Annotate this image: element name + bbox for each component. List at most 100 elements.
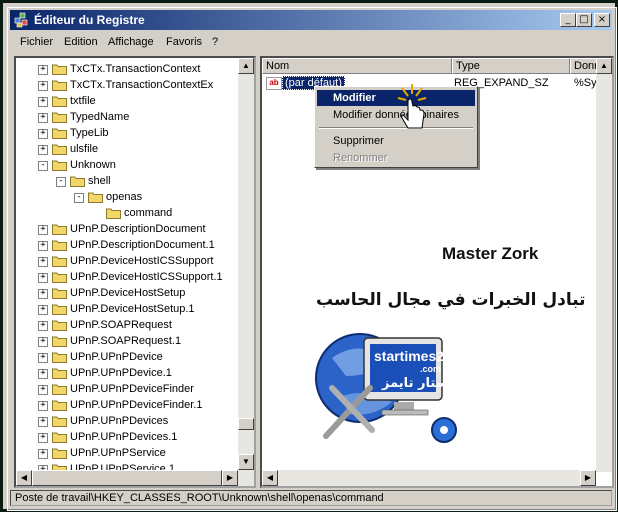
scroll-down-button[interactable]: ▼	[238, 454, 254, 470]
tree-item[interactable]: + TxCTx.TransactionContextEx	[16, 78, 236, 94]
close-button[interactable]: ×	[594, 13, 610, 27]
arrow-up-icon: ▲	[242, 61, 250, 70]
menu-favoris[interactable]: Favoris	[166, 36, 202, 48]
tree-item[interactable]: command	[16, 206, 236, 222]
collapse-icon[interactable]: -	[74, 193, 84, 203]
scroll-up-button[interactable]: ▲	[238, 58, 254, 74]
tree-vertical-scrollbar[interactable]: ▲ ▼	[238, 58, 254, 486]
expand-icon[interactable]: +	[38, 241, 48, 251]
tree-item-label: UPnP.UPnPDevices	[70, 415, 169, 427]
tree-item[interactable]: + UPnP.DescriptionDocument.1	[16, 238, 236, 254]
expand-icon[interactable]: +	[38, 97, 48, 107]
tree-item[interactable]: + UPnP.UPnPDevice.1	[16, 366, 236, 382]
expand-icon[interactable]: +	[38, 65, 48, 75]
expand-icon[interactable]: +	[38, 417, 48, 427]
collapse-icon[interactable]: -	[38, 161, 48, 171]
tree-item[interactable]: - openas	[16, 190, 236, 206]
watermark-site: startimes2	[374, 348, 445, 364]
registry-app-icon	[14, 12, 28, 28]
maximize-button[interactable]: □	[576, 13, 592, 27]
menu-edition[interactable]: Edition	[64, 36, 98, 48]
menu-help[interactable]: ?	[212, 36, 218, 48]
expand-icon[interactable]: +	[38, 113, 48, 123]
menu-supprimer[interactable]: Supprimer	[317, 133, 475, 149]
hscroll-thumb[interactable]	[32, 470, 222, 486]
expand-icon[interactable]: +	[38, 145, 48, 155]
column-header-name[interactable]: Nom	[262, 58, 452, 74]
tree-item[interactable]: - shell	[16, 174, 236, 190]
list-scroll-up-button[interactable]: ▲	[596, 58, 612, 74]
tree-item-label: ulsfile	[70, 143, 99, 155]
expand-icon[interactable]: +	[38, 433, 48, 443]
expand-icon[interactable]: +	[38, 449, 48, 459]
tree-item[interactable]: + txtfile	[16, 94, 236, 110]
tree-item[interactable]: + UPnP.SOAPRequest	[16, 318, 236, 334]
tree-item[interactable]: + ulsfile	[16, 142, 236, 158]
scroll-left-button[interactable]: ◀	[16, 470, 32, 486]
tree-item[interactable]: + UPnP.UPnPDevice	[16, 350, 236, 366]
list-vertical-scrollbar[interactable]: ▲	[596, 58, 612, 472]
list-scroll-left-button[interactable]: ◀	[262, 470, 278, 486]
open-folder-icon	[70, 176, 85, 187]
expand-icon[interactable]: +	[38, 129, 48, 139]
tree-item[interactable]: + UPnP.UPnPDeviceFinder.1	[16, 398, 236, 414]
tree-item[interactable]: + UPnP.DeviceHostICSSupport	[16, 254, 236, 270]
expand-icon[interactable]: +	[38, 289, 48, 299]
string-value-icon: ab	[266, 77, 282, 90]
expand-icon[interactable]: +	[38, 337, 48, 347]
folder-icon	[52, 128, 67, 139]
folder-icon	[106, 208, 121, 219]
folder-icon	[52, 336, 67, 347]
list-horizontal-scrollbar[interactable]: ◀ ▶	[262, 470, 596, 486]
tree-item-label: openas	[106, 191, 143, 203]
expand-icon[interactable]: +	[38, 385, 48, 395]
tree-item-label: UPnP.DeviceHostSetup.1	[70, 303, 195, 315]
folder-icon	[52, 448, 67, 459]
menu-affichage[interactable]: Affichage	[108, 36, 154, 48]
tree-item[interactable]: + UPnP.DeviceHostSetup.1	[16, 302, 236, 318]
scroll-right-button[interactable]: ▶	[222, 470, 238, 486]
tree-item-label: UPnP.DeviceHostICSSupport.1	[70, 271, 223, 283]
tree-horizontal-scrollbar[interactable]: ◀ ▶	[16, 470, 238, 486]
expand-icon[interactable]: +	[38, 81, 48, 91]
expand-icon[interactable]: +	[38, 273, 48, 283]
expand-icon[interactable]: +	[38, 225, 48, 235]
expand-icon[interactable]: +	[38, 257, 48, 267]
title-bar[interactable]: Éditeur du Registre _ □ ×	[10, 10, 612, 30]
tree-item[interactable]: + UPnP.UPnPService	[16, 446, 236, 462]
tree-item[interactable]: + TypeLib	[16, 126, 236, 142]
menu-bar: Fichier Edition Affichage Favoris ?	[10, 34, 612, 52]
expand-icon[interactable]: +	[38, 305, 48, 315]
minimize-button[interactable]: _	[560, 13, 576, 27]
registry-tree-pane[interactable]: + TxCTx.TransactionContext + TxCTx.Transact…	[14, 56, 256, 488]
tree-item[interactable]: + UPnP.SOAPRequest.1	[16, 334, 236, 350]
tree-item[interactable]: + TypedName	[16, 110, 236, 126]
list-scroll-right-button[interactable]: ▶	[580, 470, 596, 486]
expand-icon[interactable]: +	[38, 401, 48, 411]
tree-item-label: TypedName	[70, 111, 130, 123]
folder-icon	[52, 272, 67, 283]
collapse-icon[interactable]: -	[56, 177, 66, 187]
watermark-site-suffix: .com	[420, 364, 442, 374]
tree-item-label: UPnP.UPnPDeviceFinder.1	[70, 399, 203, 411]
tree-item[interactable]: + UPnP.DeviceHostSetup	[16, 286, 236, 302]
tree-item[interactable]: - Unknown	[16, 158, 236, 174]
column-header-type[interactable]: Type	[452, 58, 570, 74]
folder-icon	[52, 224, 67, 235]
folder-icon	[52, 416, 67, 427]
expand-icon[interactable]: +	[38, 369, 48, 379]
status-path: Poste de travail\HKEY_CLASSES_ROOT\Unkno…	[15, 492, 384, 504]
menu-fichier[interactable]: Fichier	[20, 36, 53, 48]
tree-item[interactable]: + UPnP.DeviceHostICSSupport.1	[16, 270, 236, 286]
tree-item-label: shell	[88, 175, 111, 187]
tree-item[interactable]: + TxCTx.TransactionContext	[16, 62, 236, 78]
expand-icon[interactable]: +	[38, 321, 48, 331]
scroll-thumb[interactable]	[238, 418, 254, 430]
tree-item[interactable]: + UPnP.DescriptionDocument	[16, 222, 236, 238]
tree-item[interactable]: + UPnP.UPnPDeviceFinder	[16, 382, 236, 398]
arrow-left-icon: ◀	[266, 473, 274, 482]
expand-icon[interactable]: +	[38, 353, 48, 363]
tree-item[interactable]: + UPnP.UPnPDevices	[16, 414, 236, 430]
minimize-icon: _	[565, 14, 571, 25]
tree-item[interactable]: + UPnP.UPnPDevices.1	[16, 430, 236, 446]
